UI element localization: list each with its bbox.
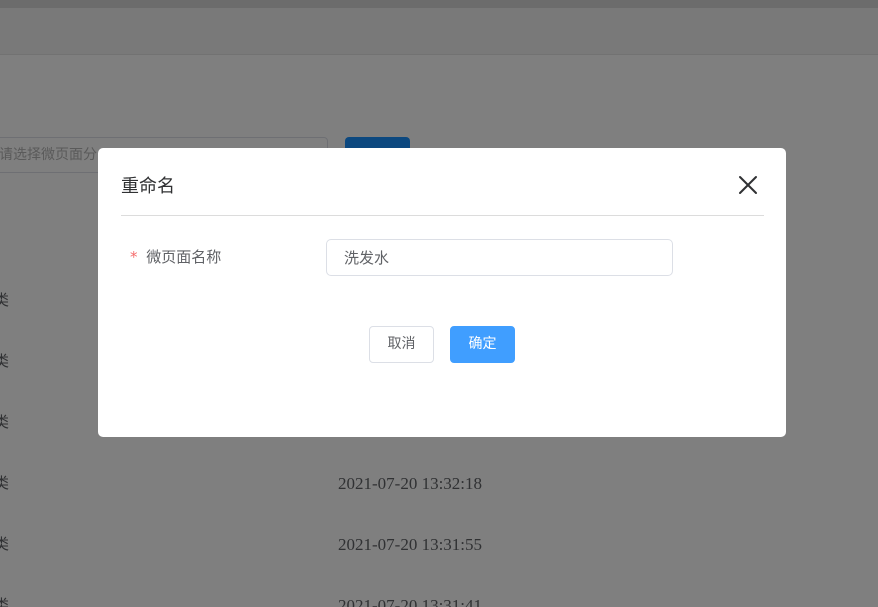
cancel-button[interactable]: 取消 bbox=[369, 326, 434, 363]
page-name-label-text: 微页面名称 bbox=[146, 248, 222, 266]
page-name-input[interactable] bbox=[326, 239, 673, 276]
confirm-button[interactable]: 确定 bbox=[450, 326, 515, 363]
close-icon[interactable] bbox=[736, 173, 760, 197]
rename-dialog: 重命名 * 微页面名称 取消 确定 bbox=[98, 148, 786, 437]
page: 请选择微页面分 类 类 类 类 2021-07-20 13:32:18 类 20… bbox=[0, 0, 878, 607]
required-mark: * bbox=[130, 248, 138, 266]
page-name-label: * 微页面名称 bbox=[130, 246, 221, 267]
close-icon-glyph bbox=[739, 176, 757, 194]
dialog-divider bbox=[121, 215, 764, 216]
dialog-title: 重命名 bbox=[121, 176, 175, 197]
